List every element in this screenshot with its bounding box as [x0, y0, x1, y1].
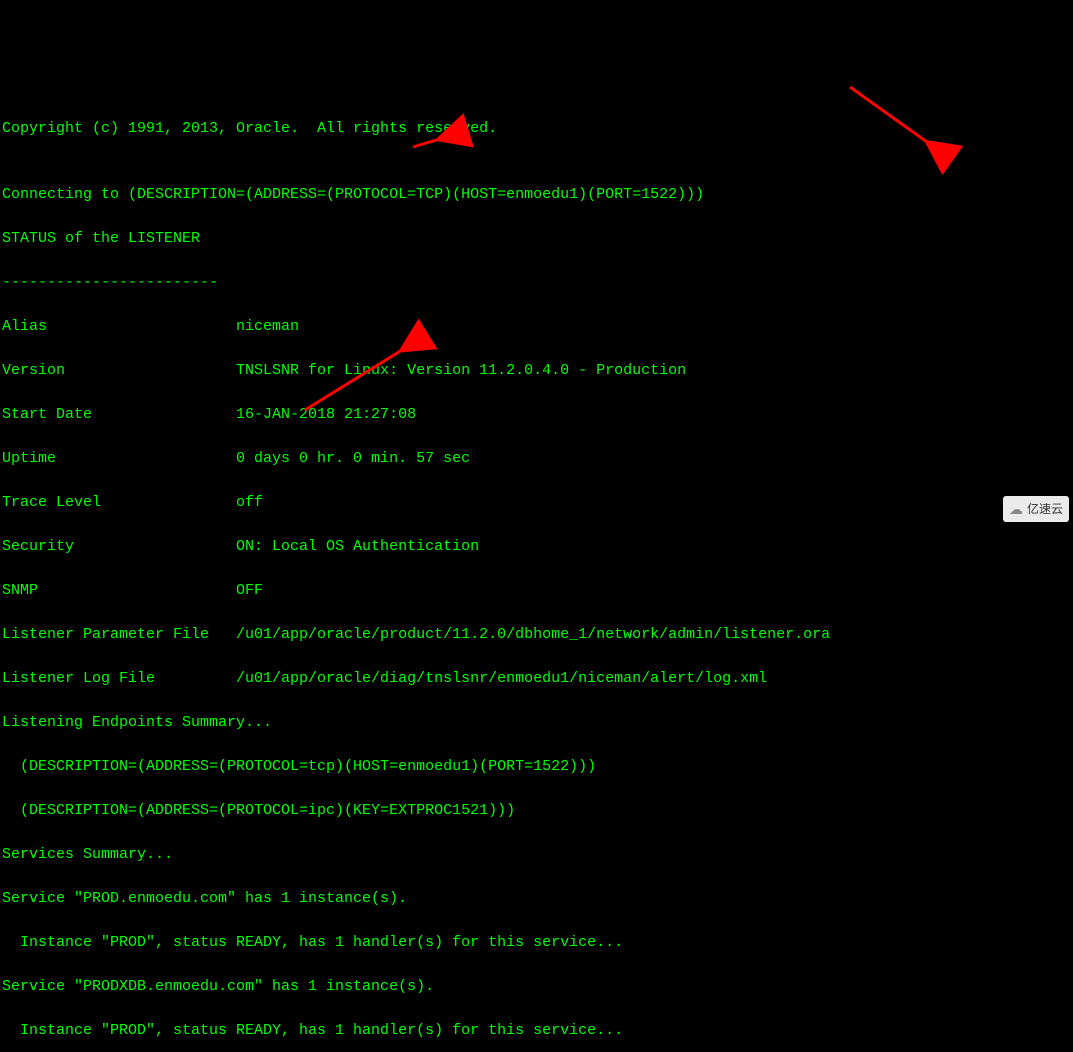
endpoints-summary-line: Listening Endpoints Summary... [2, 712, 1071, 734]
services-summary-line: Services Summary... [2, 844, 1071, 866]
endpoint2-line: (DESCRIPTION=(ADDRESS=(PROTOCOL=ipc)(KEY… [2, 800, 1071, 822]
snmp-line: SNMP OFF [2, 580, 1071, 602]
instance2-line: Instance "PROD", status READY, has 1 han… [2, 1020, 1071, 1042]
instance1-line: Instance "PROD", status READY, has 1 han… [2, 932, 1071, 954]
cloud-icon: ☁ [1009, 498, 1023, 520]
service1-line: Service "PROD.enmoedu.com" has 1 instanc… [2, 888, 1071, 910]
alias-line: Alias niceman [2, 316, 1071, 338]
version-line: Version TNSLSNR for Linux: Version 11.2.… [2, 360, 1071, 382]
logfile-line: Listener Log File /u01/app/oracle/diag/t… [2, 668, 1071, 690]
watermark: ☁ 亿速云 [1003, 496, 1069, 522]
copyright-line: Copyright (c) 1991, 2013, Oracle. All ri… [2, 118, 1071, 140]
status-header-line: STATUS of the LISTENER [2, 228, 1071, 250]
paramfile-line: Listener Parameter File /u01/app/oracle/… [2, 624, 1071, 646]
connecting-line: Connecting to (DESCRIPTION=(ADDRESS=(PRO… [2, 184, 1071, 206]
security-line: Security ON: Local OS Authentication [2, 536, 1071, 558]
watermark-text: 亿速云 [1027, 498, 1063, 520]
divider-line: ------------------------ [2, 272, 1071, 294]
tracelevel-line: Trace Level off [2, 492, 1071, 514]
terminal-output: Copyright (c) 1991, 2013, Oracle. All ri… [2, 96, 1071, 1052]
service2-line: Service "PRODXDB.enmoedu.com" has 1 inst… [2, 976, 1071, 998]
uptime-line: Uptime 0 days 0 hr. 0 min. 57 sec [2, 448, 1071, 470]
startdate-line: Start Date 16-JAN-2018 21:27:08 [2, 404, 1071, 426]
endpoint1-line: (DESCRIPTION=(ADDRESS=(PROTOCOL=tcp)(HOS… [2, 756, 1071, 778]
